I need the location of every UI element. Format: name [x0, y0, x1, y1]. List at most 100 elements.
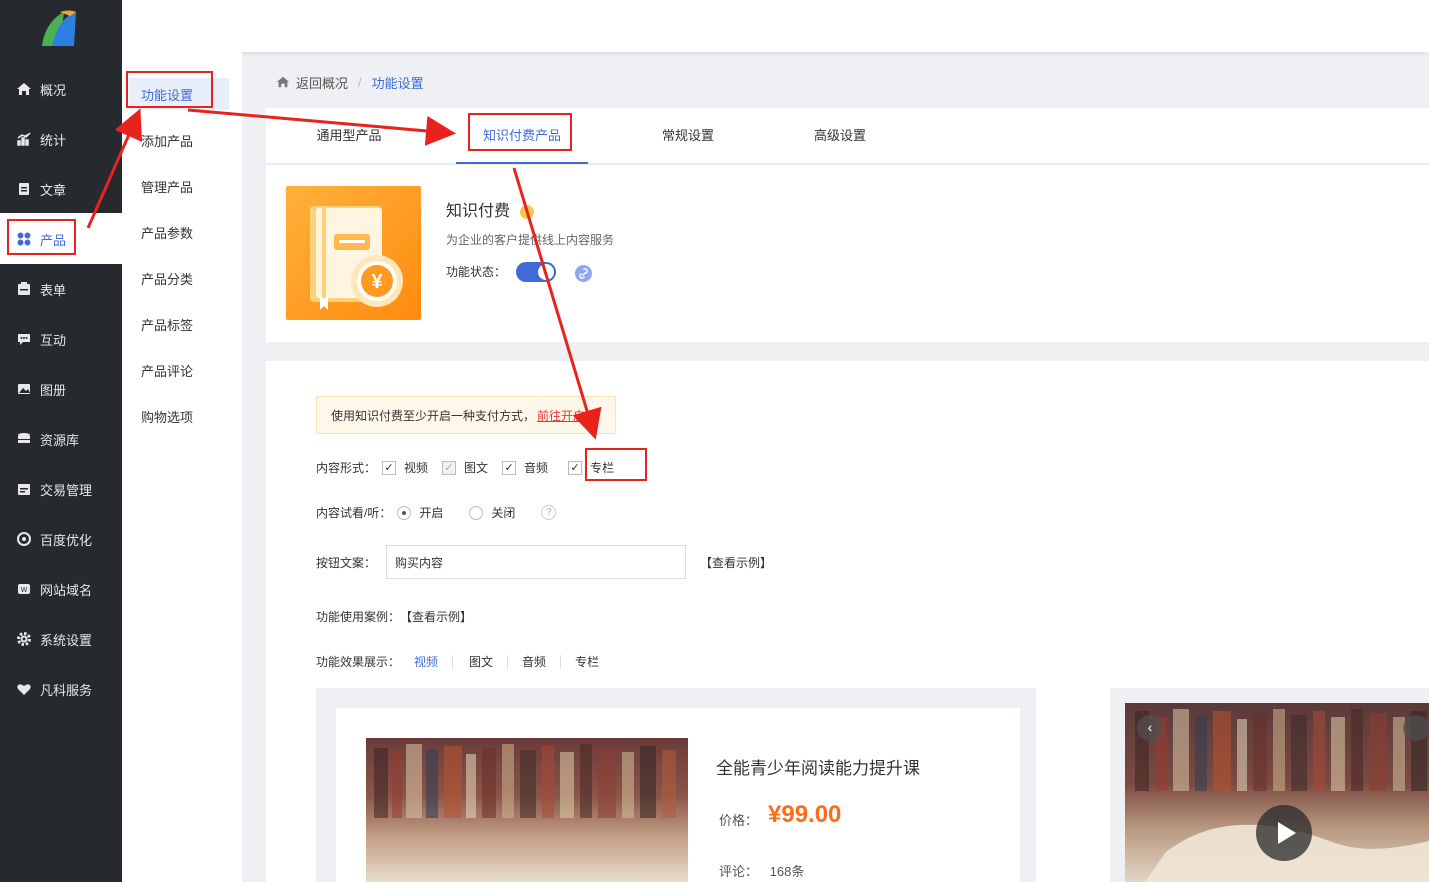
domain-icon: W — [18, 584, 30, 594]
course-cover-image — [366, 738, 688, 882]
case-row: 功能使用案例： 【查看示例】 — [316, 608, 472, 625]
feature-state-toggle[interactable] — [516, 262, 556, 282]
checkbox-article[interactable]: ✓ 图文 — [442, 459, 488, 476]
top-header — [122, 0, 1429, 52]
comment-value: 168条 — [769, 864, 805, 879]
nav-item-form[interactable]: 表单 — [0, 264, 122, 314]
tab-knowledge-product[interactable]: 知识付费产品 — [456, 108, 588, 164]
case-example-link[interactable]: 【查看示例】 — [400, 608, 472, 625]
preview-card: 全能青少年阅读能力提升课 价格： ¥99.00 评论： 168条 — [336, 708, 1020, 882]
grid-icon — [17, 232, 31, 246]
content-form-label: 内容形式： — [316, 461, 377, 475]
subnav-item-tags[interactable]: 产品标签 — [141, 308, 231, 340]
nav-item-label: 互动 — [40, 332, 67, 348]
nav-item-label: 网站域名 — [40, 582, 93, 598]
feature-description: 为企业的客户提供线上内容服务 — [446, 233, 615, 247]
home-icon — [276, 76, 290, 88]
home-icon — [17, 83, 31, 95]
nav-item-label: 表单 — [40, 282, 67, 298]
tab-regular-settings[interactable]: 常规设置 — [646, 108, 730, 164]
trial-row: 内容试看/听： 开启 关闭 ? — [316, 504, 557, 521]
feature-title: 知识付费 — [446, 197, 535, 221]
case-label: 功能使用案例： — [316, 610, 401, 624]
comment-count: 评论： 168条 — [719, 861, 804, 880]
nav-item-settings[interactable]: 系统设置 — [0, 614, 122, 664]
preview-area: 全能青少年阅读能力提升课 价格： ¥99.00 评论： 168条 — [316, 688, 1036, 882]
notice-link[interactable]: 前往开启 — [537, 407, 585, 424]
subnav-item-category[interactable]: 产品分类 — [141, 262, 231, 294]
trade-icon — [18, 484, 30, 495]
chart-icon — [17, 132, 31, 146]
radio-trial-off[interactable]: 关闭 — [469, 504, 515, 521]
checkbox-check-icon: ✓ — [382, 460, 397, 475]
share-icon[interactable] — [1403, 715, 1429, 741]
breadcrumb-back-link[interactable]: 返回概况 — [296, 73, 348, 92]
button-text-input[interactable] — [386, 545, 687, 579]
nav-item-resources[interactable]: 资源库 — [0, 414, 122, 464]
course-price: ¥99.00 — [768, 801, 842, 828]
nav-item-label: 概况 — [40, 82, 67, 98]
svg-text:W: W — [21, 587, 28, 594]
checkbox-check-icon: ✓ — [502, 460, 517, 475]
nav-item-trade[interactable]: 交易管理 — [0, 464, 122, 514]
play-icon[interactable] — [1256, 805, 1312, 861]
radio-label: 开启 — [419, 506, 444, 520]
checkbox-audio[interactable]: ✓ 音频 — [502, 459, 548, 476]
product-subnav: 功能设置 添加产品 管理产品 产品参数 产品分类 产品标签 产品评论 购物选项 — [122, 0, 242, 882]
subnav-item-manage-product[interactable]: 管理产品 — [141, 170, 231, 202]
subnav-item-feature-settings[interactable]: 功能设置 — [129, 78, 229, 110]
nav-item-label: 百度优化 — [40, 532, 93, 548]
nav-item-overview[interactable]: 概况 — [0, 64, 122, 114]
knowledge-pay-illustration: ¥ — [286, 186, 421, 320]
video-preview-area: ‹ — [1110, 688, 1429, 882]
nav-item-interact[interactable]: 互动 — [0, 314, 122, 364]
nav-item-label: 文章 — [40, 182, 67, 198]
comment-label: 评论： — [719, 864, 759, 879]
nav-item-service[interactable]: 凡科服务 — [0, 664, 122, 714]
radio-label: 关闭 — [491, 506, 516, 520]
price-label: 价格： — [719, 813, 759, 828]
tab-advanced-settings[interactable]: 高级设置 — [798, 108, 882, 164]
subnav-item-reviews[interactable]: 产品评论 — [141, 354, 231, 386]
link-icon[interactable] — [575, 265, 592, 282]
nav-item-label: 产品 — [40, 232, 67, 248]
checkbox-label: 视频 — [404, 461, 429, 475]
vip-crown-icon — [520, 204, 535, 219]
nav-item-gallery[interactable]: 图册 — [0, 364, 122, 414]
gear-icon — [17, 632, 31, 646]
checkbox-check-icon: ✓ — [442, 460, 457, 475]
checkbox-video[interactable]: ✓ 视频 — [382, 459, 428, 476]
subnav-item-add-product[interactable]: 添加产品 — [141, 124, 231, 156]
nav-item-stats[interactable]: 统计 — [0, 114, 122, 164]
view-example-link[interactable]: 【查看示例】 — [700, 554, 772, 571]
nav-item-label: 系统设置 — [40, 632, 93, 648]
app-root: 概况 统计 文章 产品 表单 互动 图册 资源库 交易管理 百度优化 W 网站域… — [0, 0, 1429, 882]
nav-item-article[interactable]: 文章 — [0, 164, 122, 214]
seo-icon — [17, 532, 31, 546]
checkbox-column[interactable]: ✓ 专栏 — [568, 459, 614, 476]
chat-icon — [18, 334, 30, 345]
nav-item-seo[interactable]: 百度优化 — [0, 514, 122, 564]
form-icon — [18, 282, 30, 295]
subnav-item-shopping-options[interactable]: 购物选项 — [141, 400, 231, 432]
effect-tab-video[interactable]: 视频 — [400, 654, 454, 669]
notice-text: 使用知识付费至少开启一种支付方式， — [331, 408, 536, 423]
radio-trial-on[interactable]: 开启 — [397, 504, 443, 521]
content-form-row: 内容形式： ✓ 视频 ✓ 图文 ✓ 音频 ✓ 专栏 — [316, 459, 628, 476]
previous-arrow-icon[interactable]: ‹ — [1137, 715, 1163, 741]
effect-tab-audio[interactable]: 音频 — [508, 654, 562, 669]
article-icon — [19, 183, 29, 195]
checkbox-label: 音频 — [524, 461, 549, 475]
heart-icon — [17, 684, 31, 695]
trial-label: 内容试看/听： — [316, 506, 392, 520]
button-text-label: 按钮文案： — [316, 555, 377, 570]
feature-title-text: 知识付费 — [446, 203, 511, 220]
feature-state-label: 功能状态： — [446, 265, 507, 279]
effect-tab-column[interactable]: 专栏 — [561, 655, 613, 669]
tab-general-product[interactable]: 通用型产品 — [294, 108, 404, 164]
subnav-item-params[interactable]: 产品参数 — [141, 216, 231, 248]
help-icon[interactable]: ? — [541, 505, 557, 520]
effect-tab-article[interactable]: 图文 — [453, 654, 509, 669]
nav-item-domain[interactable]: W 网站域名 — [0, 564, 122, 614]
nav-item-product[interactable]: 产品 — [0, 214, 122, 264]
